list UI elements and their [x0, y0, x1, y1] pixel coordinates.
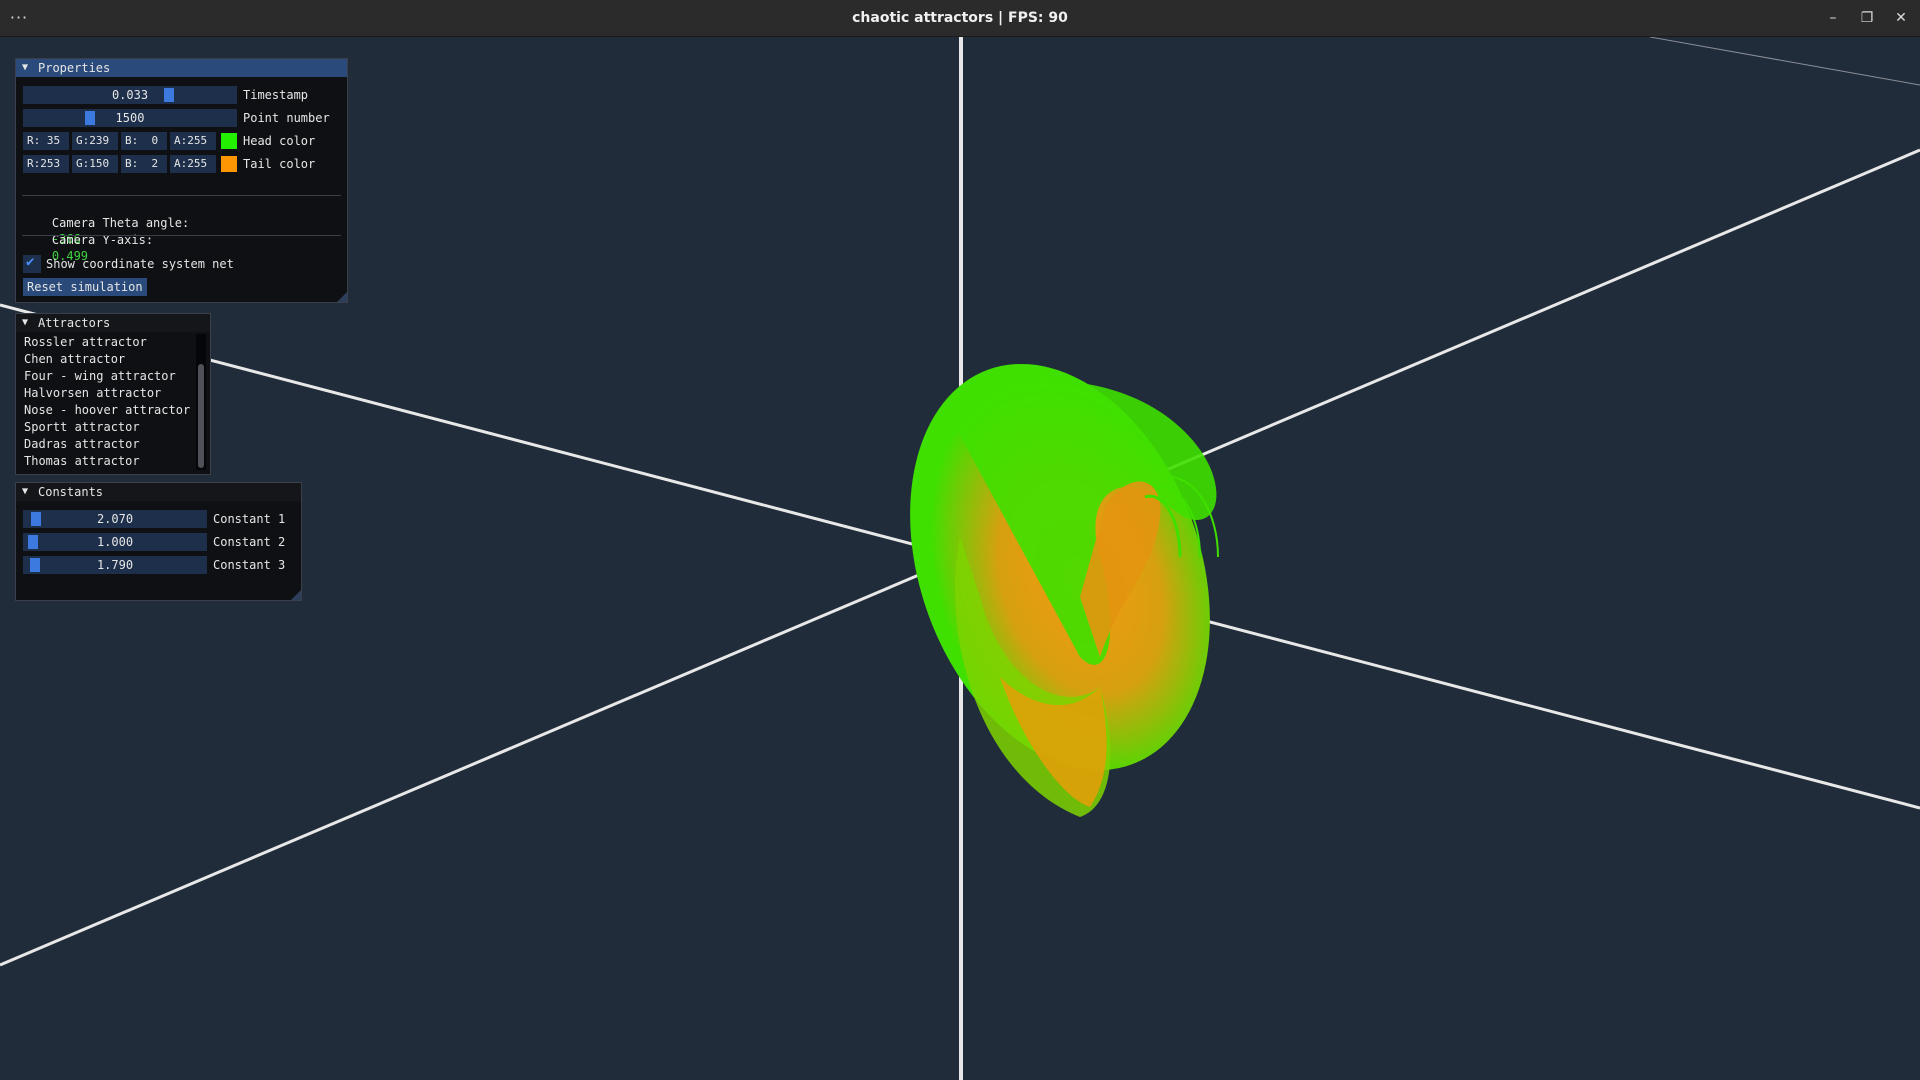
tail-color-g[interactable]: G:150: [72, 155, 118, 173]
properties-title: Properties: [38, 61, 111, 75]
properties-panel: ▼ Properties 0.033 Timestamp 1500 Point …: [15, 58, 348, 303]
attractors-scrollbar[interactable]: [196, 334, 206, 470]
head-color-a[interactable]: A:255: [170, 132, 216, 150]
close-icon[interactable]: ✕: [1886, 0, 1916, 36]
attractor-item[interactable]: Dadras attractor: [24, 436, 140, 453]
constant-2-label: Constant 2: [213, 535, 286, 549]
resize-grip[interactable]: [337, 292, 347, 302]
point-number-value: 1500: [115, 111, 145, 125]
constants-header[interactable]: ▼ Constants: [16, 483, 301, 501]
show-net-label[interactable]: Show coordinate system net: [46, 255, 234, 273]
resize-grip[interactable]: [291, 590, 301, 600]
timestamp-slider[interactable]: 0.033: [23, 86, 237, 104]
maximize-icon[interactable]: ❐: [1852, 0, 1882, 36]
tail-color-swatch[interactable]: [221, 156, 237, 172]
collapse-arrow-icon[interactable]: ▼: [22, 483, 28, 501]
tail-color-r[interactable]: R:253: [23, 155, 69, 173]
attractor-curve: [910, 363, 1220, 817]
attractor-item[interactable]: Rossler attractor: [24, 334, 147, 351]
timestamp-slider-grab[interactable]: [164, 88, 174, 102]
constant-1-slider[interactable]: 2.070: [23, 510, 207, 528]
head-color-r[interactable]: R: 35: [23, 132, 69, 150]
head-color-label: Head color: [243, 134, 316, 148]
window-title: chaotic attractors | FPS: 90: [852, 10, 1068, 26]
properties-header[interactable]: ▼ Properties: [16, 59, 347, 77]
constant-2-slider-grab[interactable]: [28, 535, 38, 549]
constant-3-value: 1.790: [96, 558, 134, 572]
attractors-title: Attractors: [38, 316, 111, 330]
separator: [22, 195, 341, 196]
title-bar: ··· chaotic attractors | FPS: 90 – ❐ ✕: [0, 0, 1920, 37]
tail-color-b[interactable]: B: 2: [121, 155, 167, 173]
constant-3-slider[interactable]: 1.790: [23, 556, 207, 574]
head-color-g[interactable]: G:239: [72, 132, 118, 150]
checkmark-icon: ✔: [26, 254, 35, 270]
timestamp-value: 0.033: [111, 88, 149, 102]
head-color-swatch[interactable]: [221, 133, 237, 149]
axis-faint: [1649, 37, 1920, 86]
collapse-arrow-icon[interactable]: ▼: [22, 59, 28, 77]
point-number-label: Point number: [243, 111, 330, 125]
reset-simulation-button[interactable]: Reset simulation: [23, 278, 147, 296]
tail-color-a[interactable]: A:255: [170, 155, 216, 173]
show-net-checkbox[interactable]: ✔: [23, 254, 41, 273]
attractors-header[interactable]: ▼ Attractors: [16, 314, 210, 332]
minimize-icon[interactable]: –: [1818, 0, 1848, 36]
attractor-item[interactable]: Thomas attractor: [24, 453, 140, 470]
attractor-item[interactable]: Nose - hoover attractor: [24, 402, 190, 419]
timestamp-label: Timestamp: [243, 88, 309, 102]
constants-title: Constants: [38, 485, 104, 499]
attractor-item[interactable]: Halvorsen attractor: [24, 385, 161, 402]
separator: [22, 235, 341, 236]
point-number-slider-grab[interactable]: [85, 111, 95, 125]
constant-3-label: Constant 3: [213, 558, 286, 572]
constant-2-value: 1.000: [96, 535, 134, 549]
constant-1-value: 2.070: [96, 512, 134, 526]
attractor-item[interactable]: Chen attractor: [24, 351, 125, 368]
constant-3-slider-grab[interactable]: [30, 558, 40, 572]
constant-1-label: Constant 1: [213, 512, 286, 526]
constant-2-slider[interactable]: 1.000: [23, 533, 207, 551]
constant-1-slider-grab[interactable]: [31, 512, 41, 526]
attractor-item[interactable]: Four - wing attractor: [24, 368, 176, 385]
attractor-item[interactable]: Sportt attractor: [24, 419, 140, 436]
head-color-b[interactable]: B: 0: [121, 132, 167, 150]
attractors-panel: ▼ Attractors Rossler attractor Chen attr…: [15, 313, 211, 475]
attractors-scroll-thumb[interactable]: [198, 364, 204, 468]
tail-color-label: Tail color: [243, 157, 316, 171]
constants-panel: ▼ Constants 2.070 Constant 1 1.000 Const…: [15, 482, 302, 601]
point-number-slider[interactable]: 1500: [23, 109, 237, 127]
collapse-arrow-icon[interactable]: ▼: [22, 314, 28, 332]
